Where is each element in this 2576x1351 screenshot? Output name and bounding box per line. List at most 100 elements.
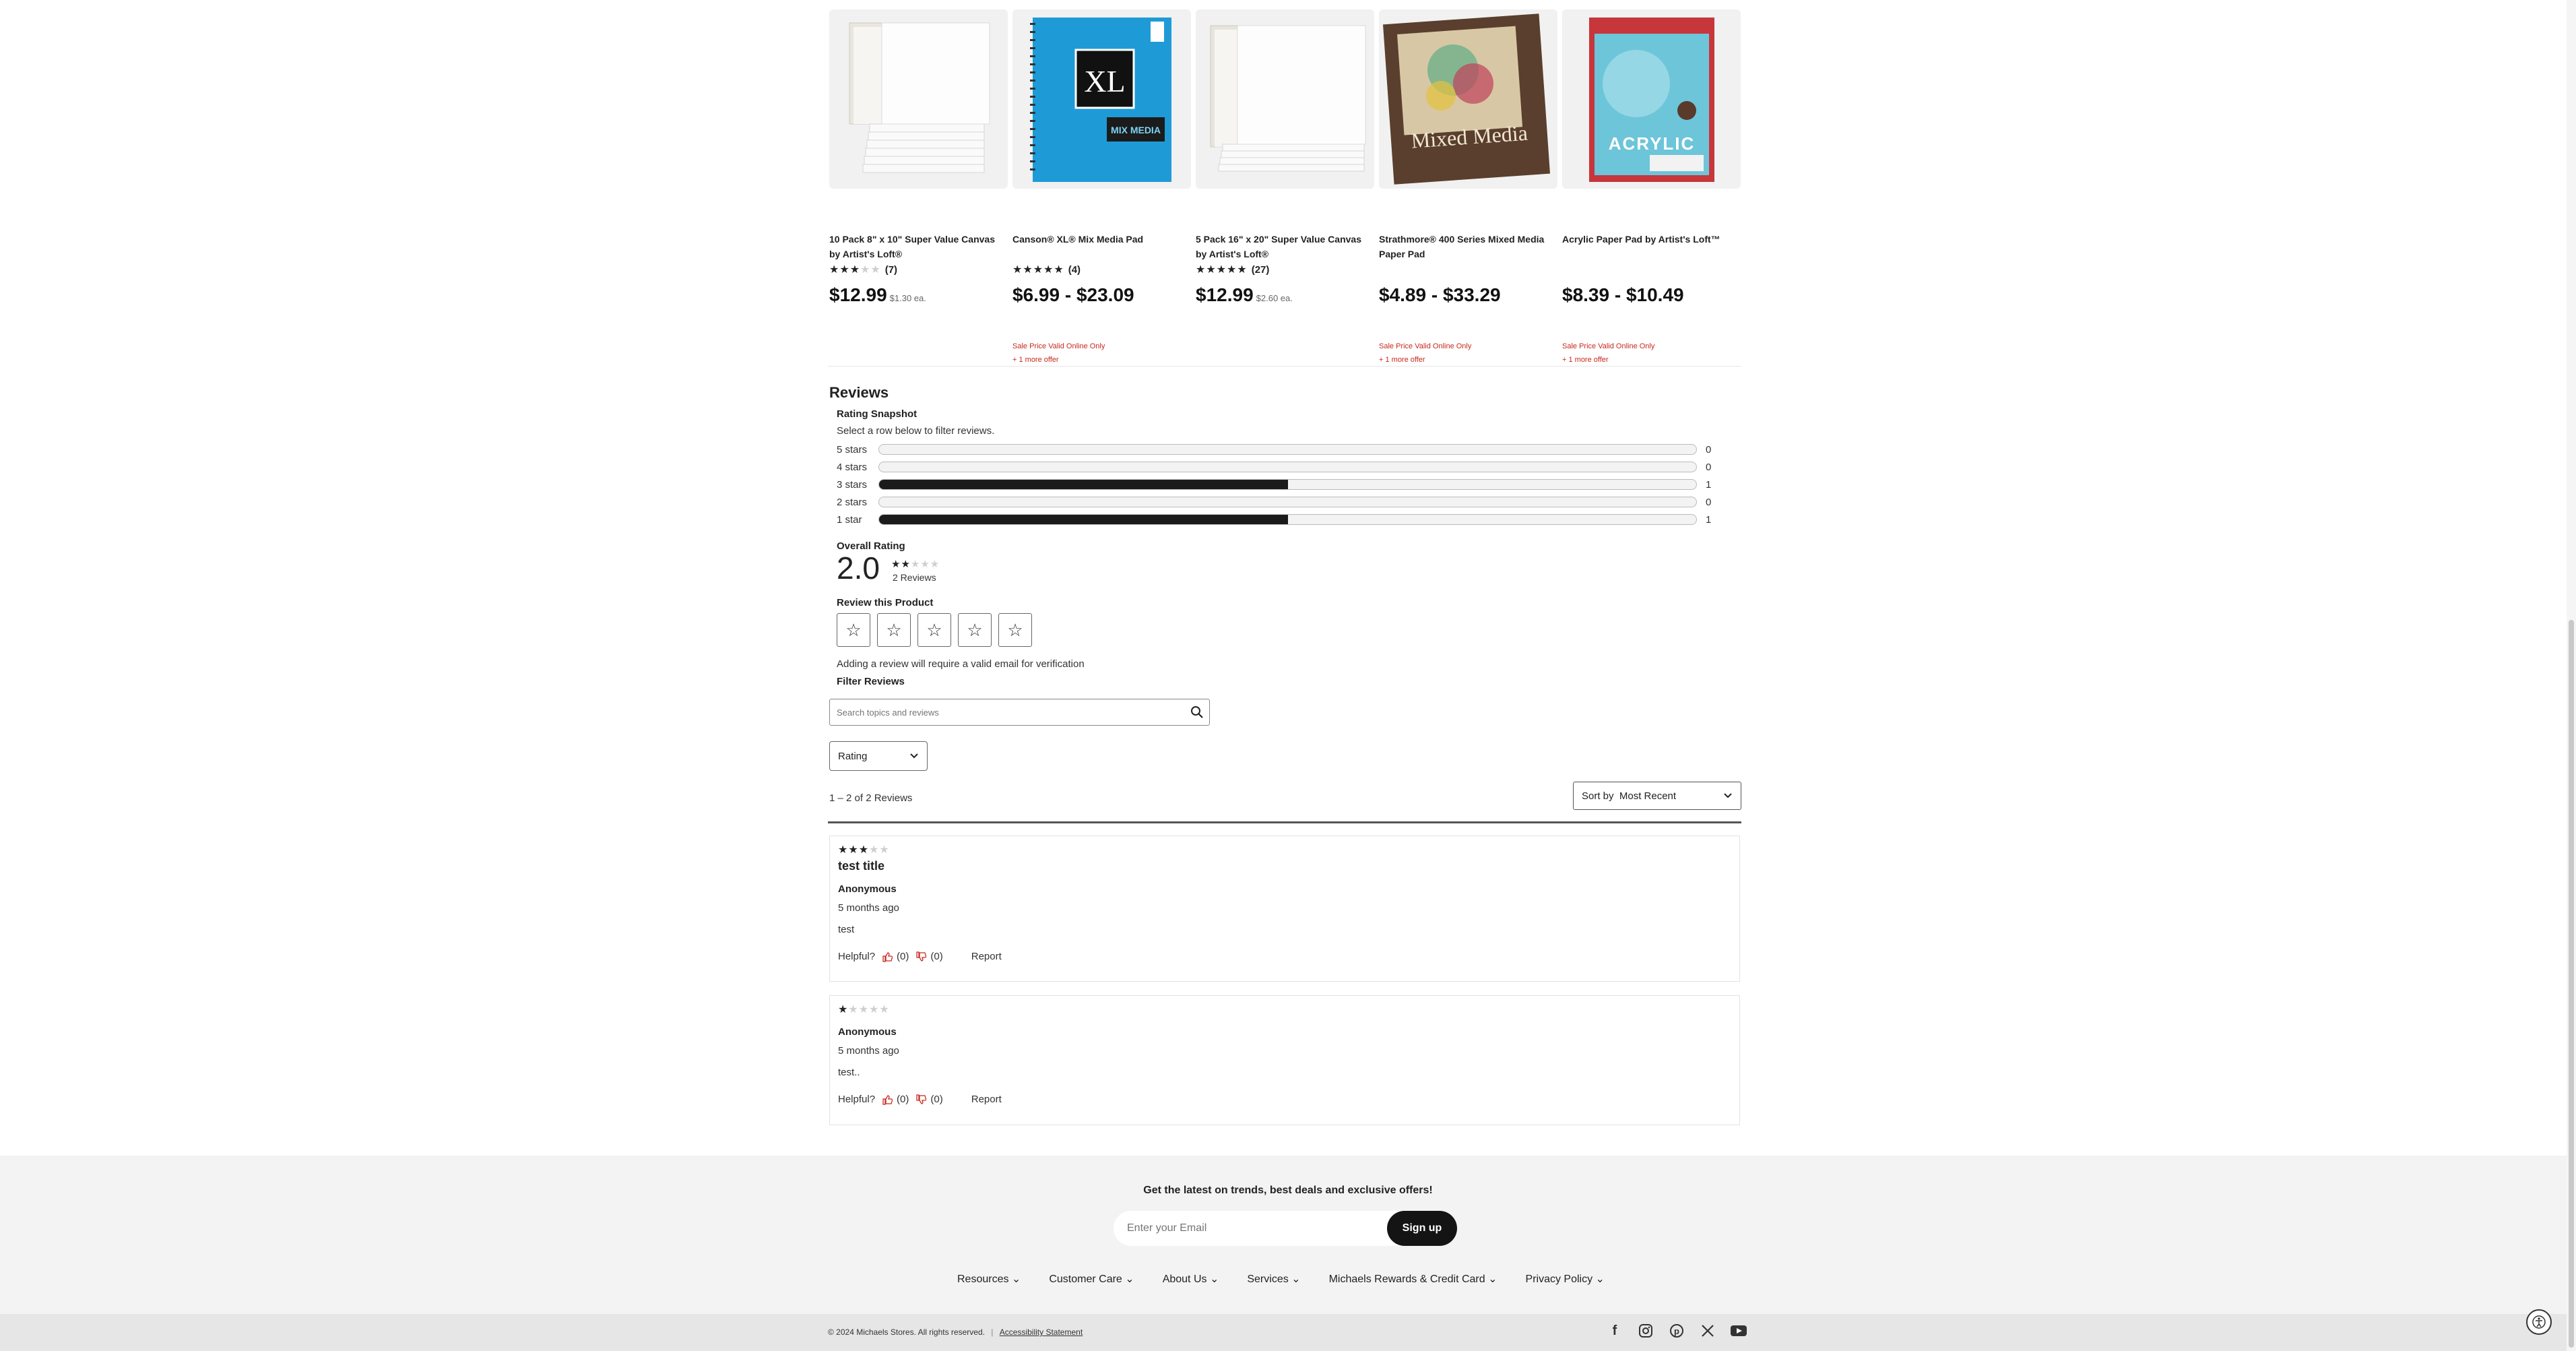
- star-rating-icon: ★★★★★: [1196, 264, 1248, 276]
- social-links: f p: [1606, 1322, 1747, 1340]
- star-4-button[interactable]: ☆: [958, 613, 992, 647]
- rating-row-1[interactable]: 1 star 1: [837, 512, 1733, 527]
- product-card-1[interactable]: 10 Pack 8" x 10" Super Value Canvas by A…: [829, 9, 1008, 305]
- helpful-no-button[interactable]: (0): [915, 1094, 943, 1105]
- footer-nav: Resources ⌄ Customer Care ⌄ About Us ⌄ S…: [957, 1272, 1605, 1286]
- review-body: test: [838, 924, 855, 935]
- product-price: $8.39 - $10.49: [1562, 284, 1684, 305]
- sale-note: Sale Price Valid Online Only: [1379, 342, 1472, 350]
- rating-bar: [878, 444, 1697, 455]
- review-count[interactable]: (4): [1068, 264, 1081, 276]
- star-1-button[interactable]: ☆: [837, 613, 870, 647]
- scrollbar-thumb[interactable]: [2569, 620, 2574, 1348]
- canvas-pack-image: [849, 22, 990, 173]
- product-image[interactable]: [1196, 9, 1374, 189]
- product-card-5[interactable]: ACRYLIC Acrylic Paper Pad by Artist's Lo…: [1562, 9, 1741, 364]
- product-name[interactable]: 10 Pack 8" x 10" Super Value Canvas by A…: [829, 232, 1008, 261]
- related-products: 10 Pack 8" x 10" Super Value Canvas by A…: [828, 9, 1741, 367]
- filter-reviews-title: Filter Reviews: [837, 676, 905, 687]
- rating-row-2[interactable]: 2 stars 0: [837, 495, 1733, 509]
- unit-price: $2.60 ea.: [1256, 293, 1293, 303]
- review-stars-icon: ★★★★★: [838, 1004, 890, 1015]
- review-card: ★★★★★ test title Anonymous 5 months ago …: [829, 836, 1740, 982]
- reviews-heading: Reviews: [829, 384, 889, 401]
- footer-nav-resources[interactable]: Resources ⌄: [957, 1272, 1021, 1286]
- rating-row-3[interactable]: 3 stars 1: [837, 477, 1733, 492]
- footer-nav-rewards[interactable]: Michaels Rewards & Credit Card ⌄: [1329, 1272, 1498, 1286]
- pinterest-icon[interactable]: p: [1668, 1322, 1685, 1340]
- thumbs-up-icon: [882, 951, 893, 962]
- youtube-icon[interactable]: [1730, 1322, 1747, 1340]
- sign-up-button[interactable]: Sign up: [1387, 1211, 1457, 1246]
- page-scrollbar[interactable]: [2567, 0, 2576, 1351]
- helpful-yes-button[interactable]: (0): [882, 951, 909, 962]
- strathmore-pad-image: Mixed Media: [1382, 13, 1551, 185]
- copyright: © 2024 Michaels Stores. All rights reser…: [828, 1327, 1083, 1337]
- report-link[interactable]: Report: [971, 1094, 1002, 1105]
- more-offers-link[interactable]: + 1 more offer: [1379, 356, 1425, 364]
- newsletter-text: Get the latest on trends, best deals and…: [1143, 1185, 1433, 1196]
- star-2-button[interactable]: ☆: [877, 613, 911, 647]
- review-title: test title: [838, 859, 885, 873]
- review-email-note: Adding a review will require a valid ema…: [837, 658, 1085, 670]
- search-icon[interactable]: [1185, 700, 1209, 724]
- review-product-title: Review this Product: [837, 597, 934, 608]
- facebook-icon[interactable]: f: [1606, 1322, 1623, 1340]
- review-date: 5 months ago: [838, 902, 899, 914]
- unit-price: $1.30 ea.: [889, 293, 926, 303]
- product-image[interactable]: [829, 9, 1008, 189]
- review-count[interactable]: (7): [885, 264, 897, 276]
- product-card-2[interactable]: XL MIX MEDIA Canson® XL® Mix Media Pad ★…: [1012, 9, 1191, 364]
- svg-text:XL: XL: [1084, 64, 1125, 98]
- review-helpful: Helpful? (0) (0) Report: [838, 1094, 1002, 1105]
- star-rating-icon: ★★★★★: [829, 264, 881, 276]
- helpful-yes-button[interactable]: (0): [882, 1094, 909, 1105]
- accessibility-icon: [2532, 1315, 2546, 1329]
- x-icon[interactable]: [1699, 1322, 1716, 1340]
- product-card-4[interactable]: Mixed Media Strathmore® 400 Series Mixed…: [1379, 9, 1557, 364]
- more-offers-link[interactable]: + 1 more offer: [1562, 356, 1609, 364]
- overall-stars-icon: ★★★★★: [891, 559, 940, 570]
- review-count[interactable]: (27): [1252, 264, 1270, 276]
- write-review-stars: ☆ ☆ ☆ ☆ ☆: [837, 613, 1032, 647]
- instagram-icon[interactable]: [1637, 1322, 1654, 1340]
- product-name[interactable]: Canson® XL® Mix Media Pad: [1012, 232, 1191, 247]
- rating-filter-select[interactable]: Rating: [829, 741, 928, 771]
- product-rating: ★★★★★ (7): [829, 263, 897, 276]
- thumbs-down-icon: [916, 1094, 927, 1104]
- helpful-no-button[interactable]: (0): [915, 951, 943, 962]
- product-image[interactable]: ACRYLIC: [1562, 9, 1741, 189]
- review-count-line: 1 – 2 of 2 Reviews: [829, 792, 913, 804]
- footer-bottom-bar: © 2024 Michaels Stores. All rights reser…: [0, 1314, 2576, 1351]
- star-5-button[interactable]: ☆: [998, 613, 1032, 647]
- footer-nav-privacy[interactable]: Privacy Policy ⌄: [1526, 1272, 1605, 1286]
- review-author: Anonymous: [838, 1026, 897, 1038]
- sort-select[interactable]: Sort by Most Recent: [1573, 782, 1741, 810]
- more-offers-link[interactable]: + 1 more offer: [1012, 356, 1059, 364]
- review-search-input[interactable]: [830, 700, 1185, 724]
- accessibility-statement-link[interactable]: Accessibility Statement: [1000, 1327, 1083, 1337]
- review-search: [829, 699, 1210, 726]
- email-field[interactable]: [1127, 1222, 1343, 1234]
- accessibility-widget-button[interactable]: [2526, 1309, 2552, 1335]
- footer-nav-about-us[interactable]: About Us ⌄: [1163, 1272, 1219, 1286]
- rating-bar: [878, 497, 1697, 507]
- footer-nav-customer-care[interactable]: Customer Care ⌄: [1049, 1272, 1134, 1286]
- product-name[interactable]: Acrylic Paper Pad by Artist's Loft™: [1562, 232, 1741, 247]
- product-image[interactable]: Mixed Media: [1379, 9, 1557, 189]
- star-3-button[interactable]: ☆: [917, 613, 951, 647]
- chevron-down-icon: [1724, 793, 1732, 798]
- sale-note: Sale Price Valid Online Only: [1562, 342, 1655, 350]
- report-link[interactable]: Report: [971, 951, 1002, 962]
- product-name[interactable]: 5 Pack 16" x 20" Super Value Canvas by A…: [1196, 232, 1374, 261]
- product-card-3[interactable]: 5 Pack 16" x 20" Super Value Canvas by A…: [1196, 9, 1374, 305]
- rating-row-4[interactable]: 4 stars 0: [837, 460, 1733, 474]
- rating-snapshot-subtitle: Select a row below to filter reviews.: [837, 425, 995, 437]
- thumbs-up-icon: [882, 1094, 893, 1105]
- rating-bar: [878, 462, 1697, 472]
- footer-nav-services[interactable]: Services ⌄: [1247, 1272, 1300, 1286]
- product-image[interactable]: XL MIX MEDIA: [1012, 9, 1191, 189]
- rating-row-5[interactable]: 5 stars 0: [837, 442, 1733, 457]
- canson-pad-image: XL MIX MEDIA: [1030, 18, 1171, 182]
- product-name[interactable]: Strathmore® 400 Series Mixed Media Paper…: [1379, 232, 1557, 261]
